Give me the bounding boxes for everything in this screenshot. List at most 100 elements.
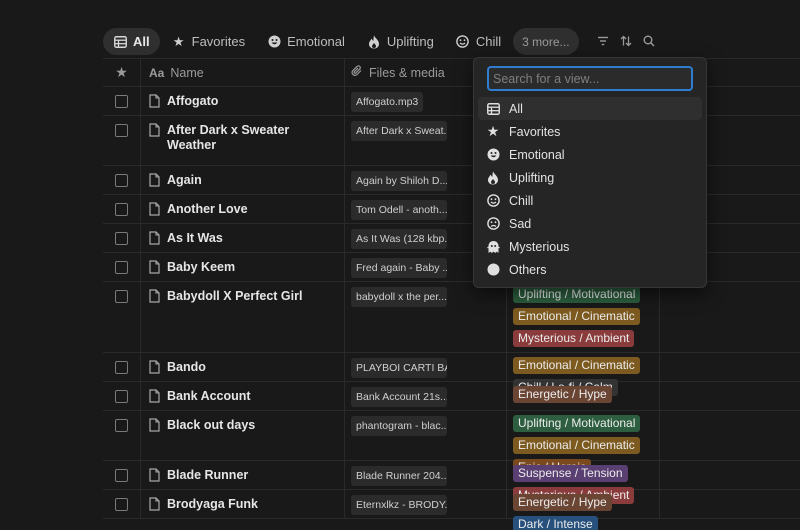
view-option-all[interactable]: All — [478, 97, 702, 120]
row-checkbox[interactable] — [115, 419, 128, 432]
tag-chip: Mysterious / Ambient — [513, 330, 635, 347]
file-attachment[interactable]: phantogram - blac... — [351, 416, 447, 436]
table-row[interactable]: Black out days phantogram - blac... Uplift… — [103, 411, 800, 476]
tab-chill[interactable]: Chill — [446, 28, 511, 55]
row-title[interactable]: Babydoll X Perfect Girl — [167, 289, 302, 304]
tags-cell[interactable]: Energetic / Hype — [507, 382, 659, 410]
view-option-label: Favorites — [509, 124, 561, 139]
view-option-favorites[interactable]: ★ Favorites — [478, 120, 702, 143]
file-attachment[interactable]: Blade Runner 204... — [351, 466, 447, 486]
view-option-emotional[interactable]: Emotional — [478, 143, 702, 166]
tab-favorites[interactable]: ★ Favorites — [162, 28, 255, 55]
files-cell[interactable]: Eternxlkz - BRODY... — [345, 490, 507, 518]
row-checkbox[interactable] — [115, 390, 128, 403]
tab-all[interactable]: All — [103, 28, 160, 55]
name-cell[interactable]: Bank Account — [141, 382, 345, 410]
row-checkbox[interactable] — [115, 361, 128, 374]
more-views-button[interactable]: 3 more... — [513, 28, 579, 55]
ghost-icon — [486, 240, 500, 254]
view-search-input[interactable] — [493, 71, 687, 86]
tag-chip: Uplifting / Motivational — [513, 415, 641, 432]
files-cell[interactable]: Bank Account 21s... — [345, 382, 507, 410]
name-cell[interactable]: Black out days — [141, 411, 345, 460]
row-title[interactable]: Again — [167, 173, 202, 188]
name-cell[interactable]: Affogato — [141, 87, 345, 115]
files-cell[interactable]: Blade Runner 204... — [345, 461, 507, 489]
tags-cell[interactable]: Emotional / CinematicChill / Lo-fi / Cal… — [507, 353, 659, 396]
row-checkbox[interactable] — [115, 203, 128, 216]
row-title[interactable]: Brodyaga Funk — [167, 497, 258, 512]
row-checkbox[interactable] — [115, 261, 128, 274]
row-title[interactable]: Affogato — [167, 94, 218, 109]
row-checkbox[interactable] — [115, 174, 128, 187]
name-column-header[interactable]: Aa Name — [141, 59, 345, 86]
tab-emotional[interactable]: Emotional — [257, 28, 355, 55]
tags-cell[interactable]: Uplifting / Motivational Emotional / Cine… — [507, 282, 659, 352]
file-attachment[interactable]: Fred again - Baby ... — [351, 258, 447, 278]
row-title[interactable]: Black out days — [167, 418, 255, 433]
row-checkbox[interactable] — [115, 290, 128, 303]
tags-cell[interactable]: Energetic / Hype Dark / Intense — [507, 490, 659, 530]
name-cell[interactable]: After Dark x Sweater Weather — [141, 116, 345, 165]
name-cell[interactable]: Baby Keem — [141, 253, 345, 281]
view-option-label: Chill — [509, 193, 534, 208]
tags-cell[interactable]: Uplifting / Motivational Emotional / Cine… — [507, 411, 659, 476]
search-icon[interactable] — [642, 34, 656, 48]
view-option-sad[interactable]: Sad — [478, 212, 702, 235]
view-list: All ★ Favorites Emotional Uplifting Chill Sad M… — [478, 97, 702, 281]
toolbar-actions — [596, 34, 656, 48]
file-attachment[interactable]: After Dark x Sweat... — [351, 121, 447, 141]
tag-chip: Emotional / Cinematic — [513, 308, 640, 325]
row-title[interactable]: After Dark x Sweater Weather — [167, 123, 336, 153]
sort-icon[interactable] — [619, 34, 633, 48]
tab-uplifting[interactable]: Uplifting — [357, 28, 444, 55]
files-cell[interactable]: PLAYBOI CARTI BA... — [345, 353, 507, 381]
name-cell[interactable]: As It Was — [141, 224, 345, 252]
row-title[interactable]: Bando — [167, 360, 206, 375]
file-attachment[interactable]: Eternxlkz - BRODY... — [351, 495, 447, 515]
table-row[interactable]: Babydoll X Perfect Girl babydoll x the pe… — [103, 282, 800, 353]
row-title[interactable]: Another Love — [167, 202, 248, 217]
file-attachment[interactable]: PLAYBOI CARTI BA... — [351, 358, 447, 378]
tag-chip: Emotional / Cinematic — [513, 357, 640, 374]
table-row[interactable]: Blade Runner Blade Runner 204... Suspense … — [103, 461, 800, 504]
view-option-label: Mysterious — [509, 239, 570, 254]
table-row[interactable]: Brodyaga Funk Eternxlkz - BRODY... Energet… — [103, 490, 800, 530]
favorite-column-header[interactable]: ★ — [103, 59, 141, 86]
view-option-uplifting[interactable]: Uplifting — [478, 166, 702, 189]
file-attachment[interactable]: As It Was (128 kbp... — [351, 229, 447, 249]
name-cell[interactable]: Another Love — [141, 195, 345, 223]
view-option-chill[interactable]: Chill — [478, 189, 702, 212]
file-attachment[interactable]: Again by Shiloh D... — [351, 171, 447, 191]
name-cell[interactable]: Blade Runner — [141, 461, 345, 489]
row-title[interactable]: As It Was — [167, 231, 223, 246]
name-cell[interactable]: Babydoll X Perfect Girl — [141, 282, 345, 352]
tags-cell[interactable]: Suspense / TensionMysterious / Ambient — [507, 461, 659, 504]
page-icon — [149, 418, 160, 432]
file-attachment[interactable]: Affogato.mp3 — [351, 92, 424, 112]
row-checkbox[interactable] — [115, 498, 128, 511]
page-icon — [149, 202, 160, 216]
files-cell[interactable]: phantogram - blac... — [345, 411, 507, 460]
file-attachment[interactable]: Bank Account 21s... — [351, 387, 447, 407]
name-cell[interactable]: Brodyaga Funk — [141, 490, 345, 518]
file-attachment[interactable]: babydoll x the per... — [351, 287, 447, 307]
row-checkbox[interactable] — [115, 469, 128, 482]
row-checkbox-cell — [103, 195, 141, 223]
row-checkbox[interactable] — [115, 232, 128, 245]
text-property-icon: Aa — [149, 65, 165, 80]
view-option-others[interactable]: Others — [478, 258, 702, 281]
file-attachment[interactable]: Tom Odell - anoth... — [351, 200, 447, 220]
name-cell[interactable]: Bando — [141, 353, 345, 381]
name-cell[interactable]: Again — [141, 166, 345, 194]
row-checkbox[interactable] — [115, 95, 128, 108]
row-title[interactable]: Bank Account — [167, 389, 251, 404]
files-cell[interactable]: babydoll x the per... — [345, 282, 507, 352]
row-title[interactable]: Blade Runner — [167, 468, 248, 483]
view-option-mysterious[interactable]: Mysterious — [478, 235, 702, 258]
row-checkbox[interactable] — [115, 124, 128, 137]
row-title[interactable]: Baby Keem — [167, 260, 235, 275]
table-row[interactable]: Bando PLAYBOI CARTI BA... Emotional / Cine… — [103, 353, 800, 396]
filter-icon[interactable] — [596, 34, 610, 48]
table-row[interactable]: Bank Account Bank Account 21s... Energetic… — [103, 382, 800, 411]
